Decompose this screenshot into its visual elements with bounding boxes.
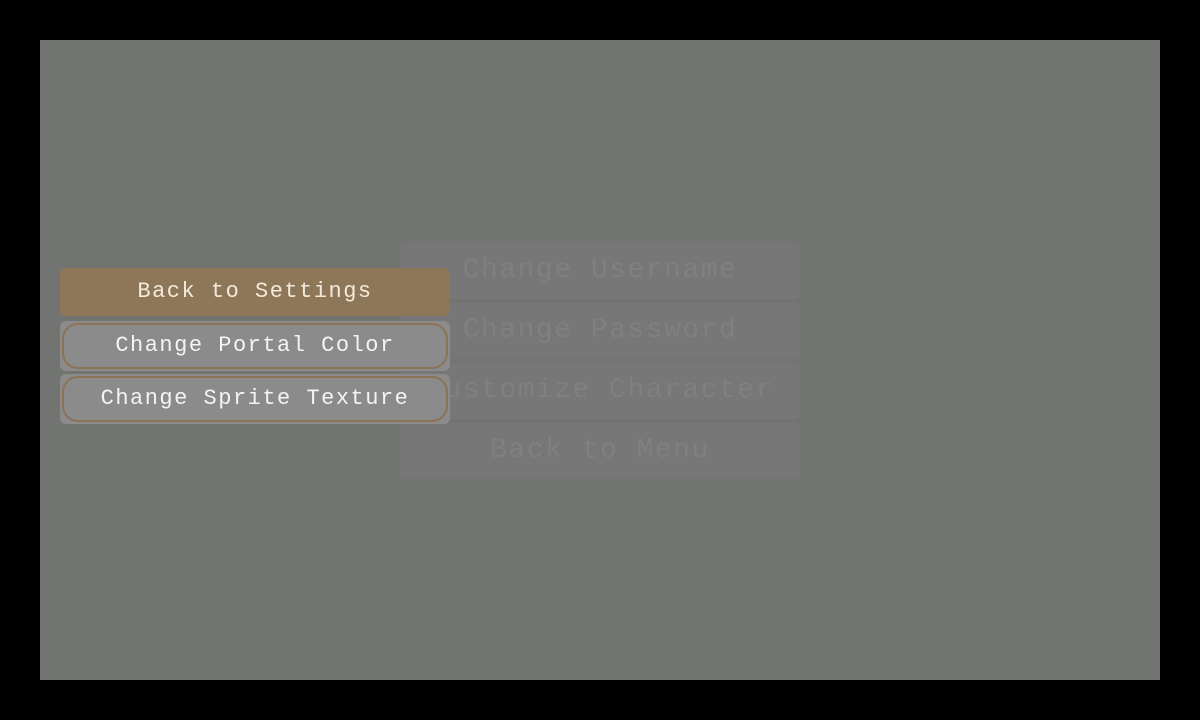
- back-to-settings-button[interactable]: Back to Settings: [60, 268, 450, 316]
- customize-character-button: Customize Character: [400, 363, 800, 419]
- change-password-button: Change Password: [400, 303, 800, 359]
- change-portal-color-label: Change Portal Color: [62, 323, 448, 369]
- game-viewport: Change Username Change Password Customiz…: [40, 40, 1160, 680]
- change-sprite-texture-button[interactable]: Change Sprite Texture: [60, 374, 450, 424]
- change-portal-color-button[interactable]: Change Portal Color: [60, 321, 450, 371]
- back-to-menu-button: Back to Menu: [400, 423, 800, 479]
- change-sprite-texture-label: Change Sprite Texture: [62, 376, 448, 422]
- change-username-button: Change Username: [400, 243, 800, 299]
